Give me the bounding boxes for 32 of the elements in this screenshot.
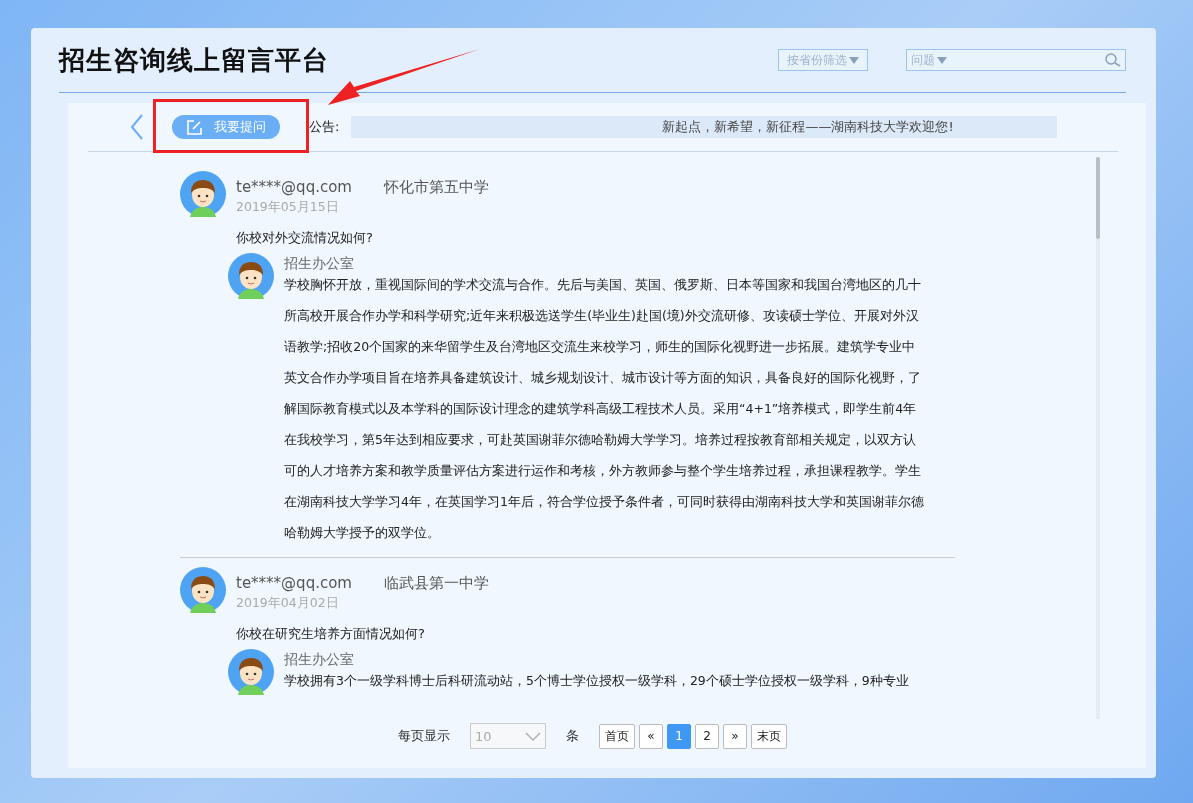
post-date: 2019年05月15日 (236, 199, 340, 216)
avatar-icon (180, 171, 226, 217)
reply-author: 招生办公室 (284, 254, 355, 273)
avatar-icon (228, 253, 274, 299)
question-text: 你校对外交流情况如何? (236, 229, 374, 247)
avatar-icon (180, 567, 226, 613)
reply-author: 招生办公室 (284, 650, 355, 669)
user-email: te****@qq.com (236, 574, 352, 592)
back-chevron-icon[interactable] (130, 114, 144, 140)
page-title: 招生咨询线上留言平台 (59, 43, 330, 77)
avatar-icon (228, 649, 274, 695)
user-email: te****@qq.com (236, 178, 352, 196)
notice-banner: 新起点，新希望，新征程——湖南科技大学欢迎您! (351, 116, 1057, 138)
per-page-label: 每页显示 (398, 727, 450, 745)
reply-text: 学校拥有3个一级学科博士后科研流动站，5个博士学位授权一级学科，29个硕士学位授权一级学科，9种专业 (284, 672, 910, 690)
school-name: 临武县第一中学 (383, 574, 489, 592)
question-text: 你校在研究生培养方面情况如何? (236, 625, 426, 643)
caret-icon (937, 56, 947, 64)
post-date: 2019年04月02日 (236, 595, 340, 612)
notice-label: 公告: (309, 118, 340, 136)
caret-icon (849, 56, 859, 64)
search-icon[interactable] (1105, 53, 1121, 67)
page-button[interactable]: 2 (695, 723, 719, 749)
last-page-button[interactable]: 末页 (751, 723, 787, 749)
previous-page-button[interactable]: « (639, 723, 663, 749)
edit-icon (186, 119, 202, 135)
first-page-button[interactable]: 首页 (599, 723, 635, 749)
next-page-button[interactable]: » (723, 723, 747, 749)
per-page-unit: 条 (566, 727, 579, 745)
school-name: 怀化市第五中学 (383, 178, 489, 196)
reply-text: 学校胸怀开放，重视国际间的学术交流与合作。先后与美国、英国、俄罗斯、日本等国家和我国台湾地区的几十所高校开展合作办学和科学研究;近年来积极选送学生(毕业生)赴国(境)外交流研修、攻读硕士学位、开展对外汉语教学;招收20个国家的来华留学生及台湾地区交流生来校学习，师生的国际化视野进一步拓展。建筑学专业中英文合作办学项目旨在培养具备建筑设计、城乡规划设计、城市设计等方面的知识，具备良好的国际化视野，了解国际教育模式以及本学科的国际设计理念的建筑学科高级工程技术人员。采用“4+1”培养模式，即学生前4年在我校学习，第5年达到相应要求，可赴英国谢菲尔德哈勒姆大学学习。培养过程按教育部相关规定，以双方认可的人才培养方案和教学质量评估方案进行运作和考核，外方教师参与整个学生培养过程，承担课程教学。学生在湖南科技大学学习4年，在英国学习1年后，符合学位授予条件者，可同时获得由湖南科技大学和英国谢菲尔德哈勒姆大学授予的双学位。 (284, 276, 924, 542)
chevron-down-icon (525, 731, 541, 741)
